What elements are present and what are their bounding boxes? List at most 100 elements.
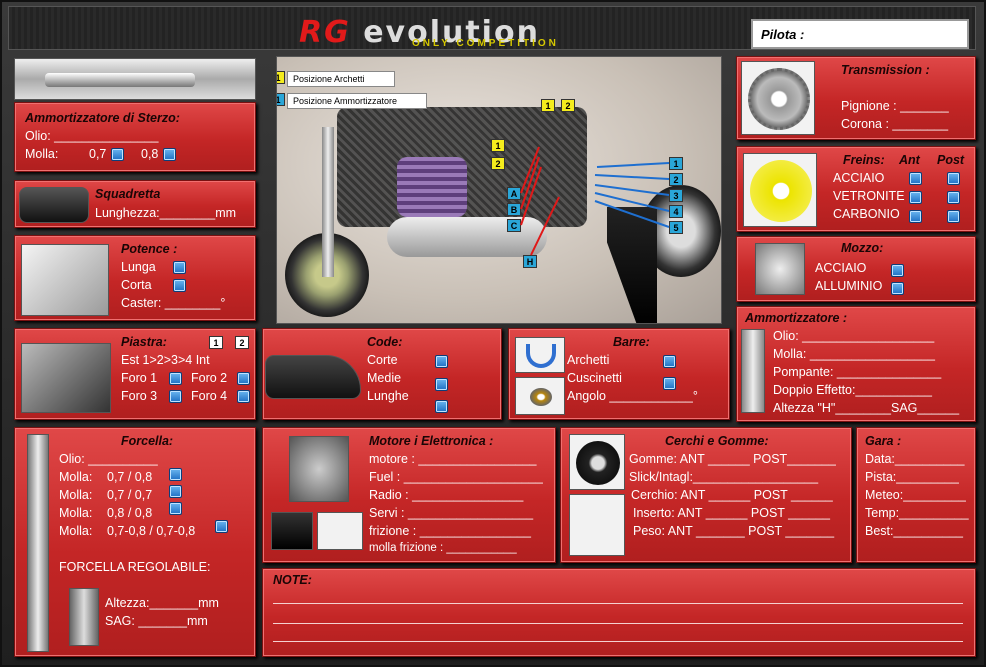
piastra-image [21, 343, 111, 413]
molla2-label: Molla: [59, 488, 93, 502]
hub-image [755, 243, 805, 295]
panel-title: Transmission : [841, 63, 930, 77]
corona-field[interactable]: Corona : ________ [841, 117, 948, 131]
inserto-field[interactable]: Inserto: ANT ______ POST ______ [633, 506, 830, 520]
molla3-label: Molla: [59, 506, 93, 520]
angolo-field[interactable]: Angolo ____________° [567, 389, 698, 403]
frizione-field[interactable]: frizione : ________________ [369, 524, 531, 538]
gomme-field[interactable]: Gomme: ANT ______ POST_______ [629, 452, 836, 466]
bike-photo: 1 Posizione Archetti 1 Posizione Ammorti… [276, 56, 722, 324]
wheel-shape [576, 441, 620, 485]
radio-field[interactable]: Radio : ________________ [369, 488, 523, 502]
molla-07-checkbox[interactable] [111, 148, 124, 161]
molla-frizione-field[interactable]: molla frizione : ___________ [369, 542, 517, 554]
carbonio-post-checkbox[interactable] [947, 210, 960, 223]
panel-title: Barre: [613, 335, 650, 349]
olio-field[interactable]: Olio: __________ [59, 452, 158, 466]
temp-field[interactable]: Temp:__________ [865, 506, 969, 520]
acciaio-ant-checkbox[interactable] [909, 172, 922, 185]
foro1-label: Foro 1 [121, 371, 158, 385]
lunga-label: Lunga [121, 260, 156, 274]
panel-title: Forcella: [121, 434, 174, 448]
slick-field[interactable]: Slick/Intagl:__________________ [629, 470, 818, 484]
panel-title: Ammortizzatore di Sterzo: [25, 111, 180, 125]
meteo-field[interactable]: Meteo:_________ [865, 488, 966, 502]
engine-image [289, 436, 349, 502]
molla3-checkbox[interactable] [169, 502, 182, 515]
mozzo-alluminio-checkbox[interactable] [891, 282, 904, 295]
molla-label: Molla: [25, 147, 59, 161]
vetronite-ant-checkbox[interactable] [909, 191, 922, 204]
lunghe-checkbox[interactable] [435, 400, 448, 413]
amm-molla-field[interactable]: Molla: __________________ [773, 347, 935, 361]
corta-checkbox[interactable] [173, 279, 186, 292]
pignione-field[interactable]: Pignione : _______ [841, 99, 949, 113]
panel-motore: Motore i Elettronica : motore : ________… [262, 427, 556, 563]
foro1-checkbox[interactable] [169, 372, 182, 385]
panel-title: Code: [367, 335, 403, 349]
molla4-checkbox[interactable] [215, 520, 228, 533]
caster-field[interactable]: Caster: ________° [121, 296, 225, 310]
lunghe-label: Lunghe [367, 389, 409, 403]
panel-barre: Barre: Archetti Cuscinetti Angolo ______… [508, 328, 730, 420]
lunga-checkbox[interactable] [173, 261, 186, 274]
amm-olio-field[interactable]: Olio: ___________________ [773, 329, 934, 343]
brake-disc-shape [750, 160, 812, 222]
pista-field[interactable]: Pista:_________ [865, 470, 959, 484]
forcella-image [27, 434, 49, 652]
foro3-checkbox[interactable] [169, 390, 182, 403]
foro2-checkbox[interactable] [237, 372, 250, 385]
mozzo-acciaio-label: ACCIAIO [815, 261, 867, 275]
insert-image [569, 494, 625, 556]
archetti-label: Archetti [567, 353, 610, 367]
pilota-field[interactable]: Pilota : [751, 19, 969, 49]
best-field[interactable]: Best:__________ [865, 524, 963, 538]
mozzo-alluminio-label: ALLUMINIO [815, 279, 883, 293]
vetronite-post-checkbox[interactable] [947, 191, 960, 204]
piastra-num-1: 1 [209, 336, 223, 349]
foro2-label: Foro 2 [191, 371, 228, 385]
olio-field[interactable]: Olio: _______________ [25, 129, 158, 143]
molla4-value: 0,7-0,8 / 0,7-0,8 [107, 524, 196, 538]
molla2-checkbox[interactable] [169, 485, 182, 498]
lunghezza-field[interactable]: Lunghezza:________mm [95, 206, 236, 220]
medie-checkbox[interactable] [435, 378, 448, 391]
foro4-checkbox[interactable] [237, 390, 250, 403]
cerchio-field[interactable]: Cerchio: ANT ______ POST ______ [631, 488, 833, 502]
sag-field[interactable]: SAG: _______mm [105, 614, 208, 628]
shock-image [741, 329, 765, 413]
foro4-label: Foro 4 [191, 389, 228, 403]
corte-checkbox[interactable] [435, 355, 448, 368]
panel-freins: Freins: Ant Post ACCIAIO VETRONITE CARBO… [736, 146, 976, 232]
amm-doppio-effetto-field[interactable]: Doppio Effetto:___________ [773, 383, 932, 397]
molla-opt2-label: 0,8 [141, 147, 159, 161]
foro3-label: Foro 3 [121, 389, 158, 403]
panel-title: Squadretta [95, 187, 161, 201]
panel-note[interactable]: NOTE: [262, 568, 976, 657]
amm-pompante-field[interactable]: Pompante: _______________ [773, 365, 941, 379]
panel-title: Motore i Elettronica : [369, 434, 494, 448]
archetti-image [515, 337, 565, 373]
sprocket-shape [748, 68, 810, 130]
forcella-regolabile-label: FORCELLA REGOLABILE: [59, 560, 211, 574]
panel-title: Mozzo: [841, 241, 884, 255]
panel-title: Cerchi e Gomme: [665, 434, 769, 448]
brake-disc-image [743, 153, 817, 227]
altezza-field[interactable]: Altezza:_______mm [105, 596, 219, 610]
est-int-label: Est 1>2>3>4 Int [121, 353, 210, 367]
peso-field[interactable]: Peso: ANT _______ POST _______ [633, 524, 834, 538]
carbonio-ant-checkbox[interactable] [909, 210, 922, 223]
data-field[interactable]: Data:__________ [865, 452, 964, 466]
post-header: Post [937, 153, 965, 167]
archetti-checkbox[interactable] [663, 355, 676, 368]
servi-field[interactable]: Servi : __________________ [369, 506, 533, 520]
amm-altezza-sag-field[interactable]: Altezza "H"________SAG______ [773, 401, 959, 415]
molla1-checkbox[interactable] [169, 468, 182, 481]
mozzo-acciaio-checkbox[interactable] [891, 264, 904, 277]
motore-field[interactable]: motore : _________________ [369, 452, 537, 466]
fuel-field[interactable]: Fuel : ____________________ [369, 470, 543, 484]
acciaio-post-checkbox[interactable] [947, 172, 960, 185]
forcella-regolabile-image [69, 588, 99, 646]
molla-08-checkbox[interactable] [163, 148, 176, 161]
pilota-label: Pilota : [761, 27, 805, 42]
